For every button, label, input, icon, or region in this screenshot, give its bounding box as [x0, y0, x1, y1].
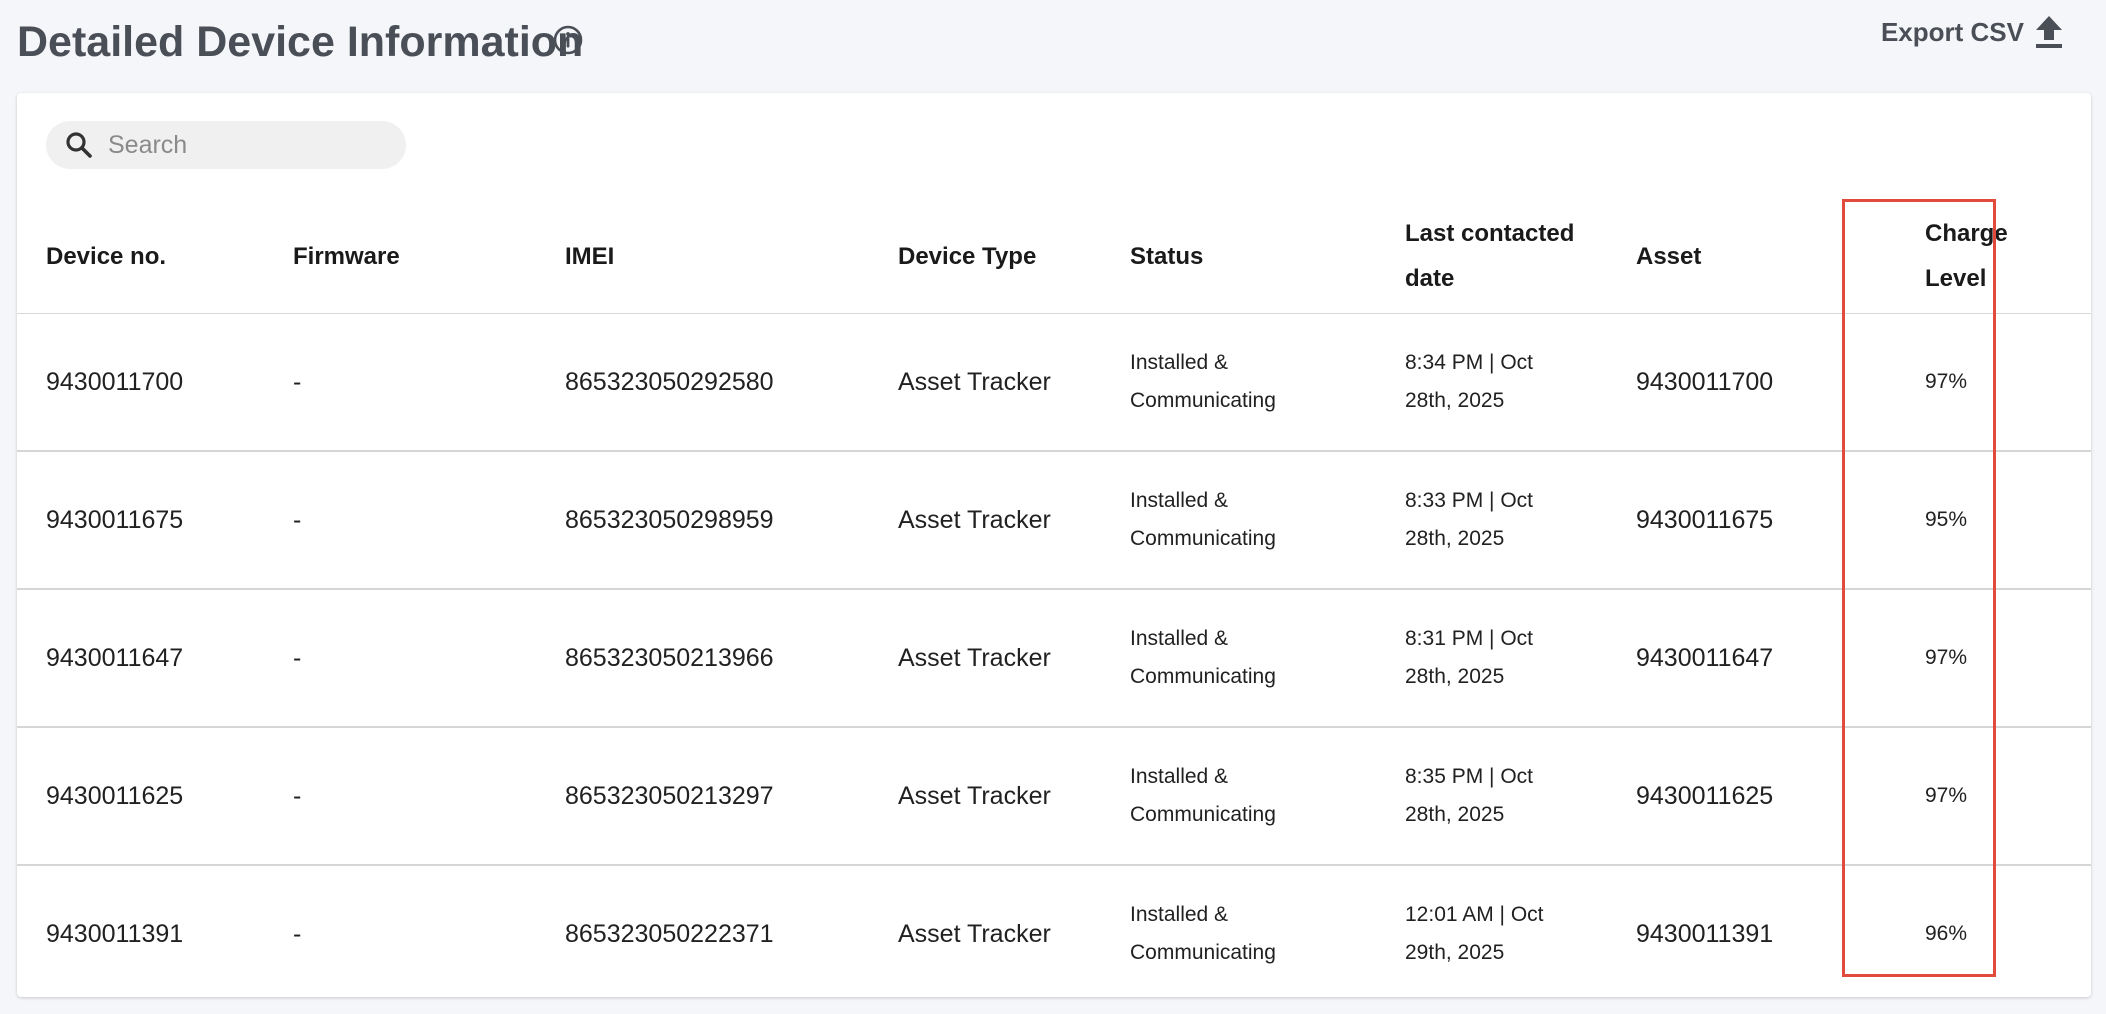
device-no-cell: 9430011675: [17, 451, 293, 590]
charge-level-cell: 96%: [1883, 865, 2091, 997]
firmware-cell: -: [293, 865, 565, 997]
asset-cell: 9430011700: [1636, 313, 1883, 452]
column-header-status[interactable]: Status: [1130, 199, 1405, 314]
imei-cell: 865323050213297: [565, 727, 898, 866]
device-type-cell: Asset Tracker: [898, 727, 1130, 866]
column-header-device-type[interactable]: Device Type: [898, 199, 1130, 314]
asset-cell: 9430011391: [1636, 865, 1883, 997]
table-row[interactable]: 9430011391 - 865323050222371 Asset Track…: [17, 865, 2091, 997]
device-no-cell: 9430011700: [17, 313, 293, 452]
device-type-cell: Asset Tracker: [898, 589, 1130, 728]
device-no-cell: 9430011625: [17, 727, 293, 866]
column-header-firmware[interactable]: Firmware: [293, 199, 565, 314]
asset-cell: 9430011647: [1636, 589, 1883, 728]
page-title: Detailed Device Information: [17, 18, 584, 66]
table-header-row: Device no. Firmware IMEI Device Type Sta…: [17, 199, 2091, 314]
last-contacted-cell: 8:31 PM | Oct 28th, 2025: [1405, 589, 1636, 728]
device-type-cell: Asset Tracker: [898, 313, 1130, 452]
export-csv-button[interactable]: Export CSV: [1881, 12, 2066, 52]
charge-level-cell: 97%: [1883, 313, 2091, 452]
status-cell: Installed & Communicating: [1130, 727, 1405, 866]
firmware-cell: -: [293, 589, 565, 728]
table-row[interactable]: 9430011675 - 865323050298959 Asset Track…: [17, 451, 2091, 590]
column-header-last-contacted[interactable]: Last contacted date: [1405, 199, 1636, 314]
search-box[interactable]: [46, 121, 406, 169]
devices-table: Device no. Firmware IMEI Device Type Sta…: [17, 199, 2091, 997]
last-contacted-cell: 8:34 PM | Oct 28th, 2025: [1405, 313, 1636, 452]
asset-cell: 9430011675: [1636, 451, 1883, 590]
column-header-device-no[interactable]: Device no.: [17, 199, 293, 314]
firmware-cell: -: [293, 451, 565, 590]
status-cell: Installed & Communicating: [1130, 589, 1405, 728]
last-contacted-cell: 12:01 AM | Oct 29th, 2025: [1405, 865, 1636, 997]
device-type-cell: Asset Tracker: [898, 451, 1130, 590]
charge-level-cell: 97%: [1883, 589, 2091, 728]
table-row[interactable]: 9430011625 - 865323050213297 Asset Track…: [17, 727, 2091, 866]
device-table-card: Device no. Firmware IMEI Device Type Sta…: [17, 93, 2091, 997]
firmware-cell: -: [293, 727, 565, 866]
search-icon: [64, 130, 94, 160]
export-csv-label: Export CSV: [1880, 16, 2024, 47]
charge-level-cell: 97%: [1883, 727, 2091, 866]
column-header-asset[interactable]: Asset: [1636, 199, 1883, 314]
table-row[interactable]: 9430011700 - 865323050292580 Asset Track…: [17, 313, 2091, 452]
status-cell: Installed & Communicating: [1130, 865, 1405, 997]
last-contacted-cell: 8:35 PM | Oct 28th, 2025: [1405, 727, 1636, 866]
asset-cell: 9430011625: [1636, 727, 1883, 866]
imei-cell: 865323050213966: [565, 589, 898, 728]
status-cell: Installed & Communicating: [1130, 313, 1405, 452]
column-header-imei[interactable]: IMEI: [565, 199, 898, 314]
device-no-cell: 9430011647: [17, 589, 293, 728]
firmware-cell: -: [293, 313, 565, 452]
status-cell: Installed & Communicating: [1130, 451, 1405, 590]
imei-cell: 865323050298959: [565, 451, 898, 590]
upload-icon: [2032, 13, 2066, 51]
table-row[interactable]: 9430011647 - 865323050213966 Asset Track…: [17, 589, 2091, 728]
column-header-charge-level[interactable]: Charge Level: [1883, 199, 2091, 314]
device-no-cell: 9430011391: [17, 865, 293, 997]
imei-cell: 865323050222371: [565, 865, 898, 997]
charge-level-cell: 95%: [1883, 451, 2091, 590]
device-type-cell: Asset Tracker: [898, 865, 1130, 997]
imei-cell: 865323050292580: [565, 313, 898, 452]
last-contacted-cell: 8:33 PM | Oct 28th, 2025: [1405, 451, 1636, 590]
search-input[interactable]: [106, 129, 390, 161]
info-icon[interactable]: [552, 24, 584, 56]
